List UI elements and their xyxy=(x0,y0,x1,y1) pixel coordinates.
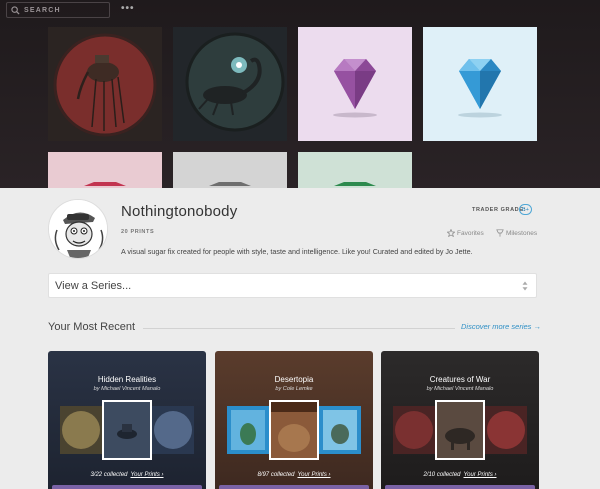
card-author: by Michael Vincent Manalo xyxy=(93,386,161,392)
card-status: 3/22 collected Your Prints › xyxy=(48,472,206,478)
search-placeholder: SEARCH xyxy=(24,6,61,14)
card-artwork xyxy=(56,400,198,460)
card-action-bar[interactable] xyxy=(219,485,369,489)
card-action-bar[interactable] xyxy=(52,485,202,489)
trader-grade-badge[interactable]: B+ xyxy=(519,204,532,215)
milestone-icon xyxy=(496,229,504,237)
pink-gem-tile[interactable] xyxy=(48,152,162,188)
series-select[interactable]: View a Series... xyxy=(48,273,537,298)
search-icon xyxy=(11,5,20,15)
milestones-label: Milestones xyxy=(506,229,538,237)
card-action-bar[interactable] xyxy=(385,485,535,489)
card-author: by Michael Vincent Manalo xyxy=(426,386,494,392)
prints-count: 20 PRINTS xyxy=(121,229,155,235)
favorites-label: Favorites xyxy=(457,229,484,237)
series-card-hidden-realities[interactable]: Hidden Realities by Michael Vincent Mana… xyxy=(48,351,206,489)
your-prints-link[interactable]: Your Prints › xyxy=(131,472,164,478)
select-arrows-icon xyxy=(522,281,528,291)
collected-count: 8/97 collected xyxy=(257,472,295,478)
discover-more-link[interactable]: Discover more series → xyxy=(461,322,541,331)
milestones-link[interactable]: Milestones xyxy=(496,229,537,237)
series-card-creatures-of-war[interactable]: Creatures of War by Michael Vincent Mana… xyxy=(381,351,539,489)
scorpion-tile[interactable] xyxy=(173,27,287,141)
green-gem-tile[interactable] xyxy=(298,152,412,188)
featured-banner: SEARCH ••• xyxy=(0,0,600,188)
profile-bio: A visual sugar fix created for people wi… xyxy=(121,247,473,256)
series-select-value: View a Series... xyxy=(55,279,132,292)
card-status: 2/10 collected Your Prints › xyxy=(381,472,539,478)
avatar[interactable] xyxy=(48,199,108,259)
your-prints-link[interactable]: Your Prints › xyxy=(298,472,331,478)
blue-gem-tile[interactable] xyxy=(423,27,537,141)
card-title: Hidden Realities xyxy=(97,375,157,384)
card-status: 8/97 collected Your Prints › xyxy=(215,472,373,478)
collected-count: 2/10 collected xyxy=(423,472,461,478)
elephant-tile[interactable] xyxy=(48,27,162,141)
card-title: Creatures of War xyxy=(429,375,491,384)
section-divider xyxy=(143,328,455,329)
trader-grade-label: TRADER GRADE: xyxy=(472,207,526,213)
favorites-link[interactable]: Favorites xyxy=(447,229,484,237)
your-prints-link[interactable]: Your Prints › xyxy=(464,472,497,478)
gray-gem-tile[interactable] xyxy=(173,152,287,188)
profile-name: Nothingtonobody xyxy=(121,203,238,220)
search-input[interactable]: SEARCH xyxy=(6,2,110,18)
card-title: Desertopia xyxy=(274,375,314,384)
star-icon xyxy=(447,229,455,237)
card-artwork xyxy=(223,400,365,460)
more-options-icon[interactable]: ••• xyxy=(121,3,135,14)
card-artwork xyxy=(389,400,531,460)
card-author: by Cole Lemke xyxy=(275,386,313,392)
collected-count: 3/22 collected xyxy=(90,472,128,478)
series-card-desertopia[interactable]: Desertopia by Cole Lemke 8/97 collected Y… xyxy=(215,351,373,489)
recent-section-title: Your Most Recent xyxy=(48,321,136,333)
purple-gem-tile[interactable] xyxy=(298,27,412,141)
